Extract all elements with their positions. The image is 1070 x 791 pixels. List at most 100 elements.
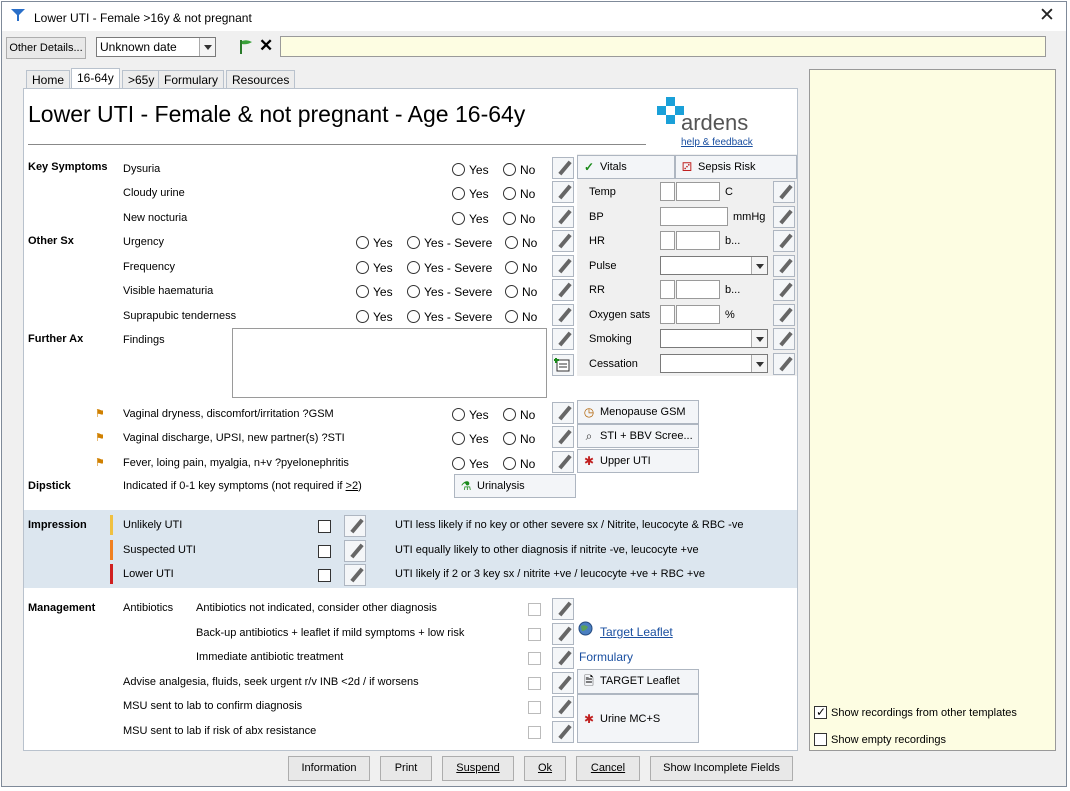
flagged-yes-radio[interactable] <box>452 457 465 470</box>
key-symptom-yes-radio[interactable] <box>452 163 465 176</box>
vital-input-prefix[interactable] <box>660 231 675 250</box>
other-sx-severe-radio[interactable] <box>407 310 420 323</box>
management-edit-icon[interactable] <box>552 598 574 620</box>
vital-edit-icon[interactable] <box>773 255 795 277</box>
flagged-no-radio[interactable] <box>503 432 516 445</box>
show-other-checkbox[interactable]: ✓ <box>814 705 827 719</box>
management-checkbox[interactable] <box>528 652 541 665</box>
key-symptom-yes-radio[interactable] <box>452 187 465 200</box>
other-sx-yes-radio[interactable] <box>356 261 369 274</box>
management-edit-icon[interactable] <box>552 623 574 645</box>
free-text-input[interactable] <box>280 36 1046 57</box>
flagged-edit-icon[interactable] <box>552 402 574 424</box>
vital-input-prefix[interactable] <box>660 305 675 324</box>
flagged-action-button[interactable]: ⌕ STI + BBV Scree... <box>577 424 699 448</box>
key-symptom-no-radio[interactable] <box>503 163 516 176</box>
ok-button[interactable]: Ok <box>524 756 566 781</box>
other-sx-no-radio[interactable] <box>505 310 518 323</box>
key-symptom-edit-icon[interactable] <box>552 157 574 179</box>
vital-input-prefix[interactable] <box>660 182 675 201</box>
management-checkbox[interactable] <box>528 677 541 690</box>
tab-resources[interactable]: Resources <box>226 70 296 89</box>
sepsis-risk-tab[interactable]: ⚂ Sepsis Risk <box>675 155 797 179</box>
management-edit-icon[interactable] <box>552 647 574 669</box>
vital-input[interactable] <box>676 182 720 201</box>
urine-mcs-button[interactable]: ✱ Urine MC+S <box>577 694 699 743</box>
vital-edit-icon[interactable] <box>773 181 795 203</box>
impression-checkbox[interactable] <box>318 569 331 582</box>
suspend-button[interactable]: Suspend <box>442 756 514 781</box>
print-button[interactable]: Print <box>380 756 432 781</box>
vital-edit-icon[interactable] <box>773 230 795 252</box>
management-checkbox[interactable] <box>528 701 541 714</box>
other-sx-severe-radio[interactable] <box>407 236 420 249</box>
tab-65y[interactable]: >65y <box>122 70 161 89</box>
flagged-action-button[interactable]: ✱ Upper UTI <box>577 449 699 473</box>
other-sx-no-radio[interactable] <box>505 285 518 298</box>
other-sx-no-radio[interactable] <box>505 261 518 274</box>
vitals-tab[interactable]: ✓ Vitals <box>577 155 675 179</box>
formulary-link[interactable]: Formulary <box>579 650 633 664</box>
clear-icon[interactable]: ✕ <box>259 36 273 56</box>
flagged-no-radio[interactable] <box>503 408 516 421</box>
help-feedback-link[interactable]: help & feedback <box>681 137 753 148</box>
other-sx-yes-radio[interactable] <box>356 310 369 323</box>
key-symptom-yes-radio[interactable] <box>452 212 465 225</box>
flagged-yes-radio[interactable] <box>452 432 465 445</box>
management-checkbox[interactable] <box>528 603 541 616</box>
flagged-action-button[interactable]: ◷ Menopause GSM <box>577 400 699 424</box>
tab-16-64y[interactable]: 16-64y <box>71 68 120 89</box>
vital-input[interactable] <box>660 207 728 226</box>
flag-icon[interactable] <box>238 38 256 56</box>
target-leaflet-link[interactable]: Target Leaflet <box>600 625 673 639</box>
vital-input[interactable] <box>676 280 720 299</box>
vital-input[interactable] <box>676 231 720 250</box>
management-checkbox[interactable] <box>528 628 541 641</box>
urinalysis-button[interactable]: ⚗ Urinalysis <box>454 474 576 498</box>
show-empty-checkbox[interactable] <box>814 733 827 746</box>
other-details-button[interactable]: Other Details... <box>6 37 86 59</box>
other-sx-severe-radio[interactable] <box>407 285 420 298</box>
vital-edit-icon[interactable] <box>773 206 795 228</box>
vital-select[interactable] <box>660 256 768 275</box>
show-incomplete-button[interactable]: Show Incomplete Fields <box>650 756 793 781</box>
information-button[interactable]: Information <box>288 756 370 781</box>
other-sx-severe-radio[interactable] <box>407 261 420 274</box>
add-note-icon[interactable] <box>552 354 574 376</box>
cancel-button[interactable]: Cancel <box>576 756 640 781</box>
vital-edit-icon[interactable] <box>773 279 795 301</box>
other-sx-edit-icon[interactable] <box>552 230 574 252</box>
management-checkbox[interactable] <box>528 726 541 739</box>
flagged-edit-icon[interactable] <box>552 451 574 473</box>
target-leaflet-button[interactable]: 🗎 TARGET Leaflet <box>577 669 699 694</box>
vital-select[interactable] <box>660 329 768 348</box>
management-edit-icon[interactable] <box>552 696 574 718</box>
other-sx-yes-radio[interactable] <box>356 285 369 298</box>
vital-edit-icon[interactable] <box>773 328 795 350</box>
flagged-edit-icon[interactable] <box>552 426 574 448</box>
tab-home[interactable]: Home <box>26 70 71 89</box>
other-sx-edit-icon[interactable] <box>552 255 574 277</box>
other-sx-yes-radio[interactable] <box>356 236 369 249</box>
management-edit-icon[interactable] <box>552 672 574 694</box>
management-edit-icon[interactable] <box>552 721 574 743</box>
tab-formulary[interactable]: Formulary <box>158 70 225 89</box>
key-symptom-edit-icon[interactable] <box>552 206 574 228</box>
findings-textarea[interactable] <box>232 328 547 398</box>
vital-input[interactable] <box>676 305 720 324</box>
vital-edit-icon[interactable] <box>773 304 795 326</box>
impression-edit-icon[interactable] <box>344 564 366 586</box>
other-sx-no-radio[interactable] <box>505 236 518 249</box>
other-sx-edit-icon[interactable] <box>552 279 574 301</box>
other-sx-edit-icon[interactable] <box>552 304 574 326</box>
close-icon[interactable]: ✕ <box>1036 5 1058 27</box>
vital-input-prefix[interactable] <box>660 280 675 299</box>
impression-edit-icon[interactable] <box>344 515 366 537</box>
date-select[interactable]: Unknown date <box>96 37 216 57</box>
key-symptom-edit-icon[interactable] <box>552 181 574 203</box>
vital-select[interactable] <box>660 354 768 373</box>
flagged-no-radio[interactable] <box>503 457 516 470</box>
key-symptom-no-radio[interactable] <box>503 187 516 200</box>
impression-checkbox[interactable] <box>318 520 331 533</box>
key-symptom-no-radio[interactable] <box>503 212 516 225</box>
